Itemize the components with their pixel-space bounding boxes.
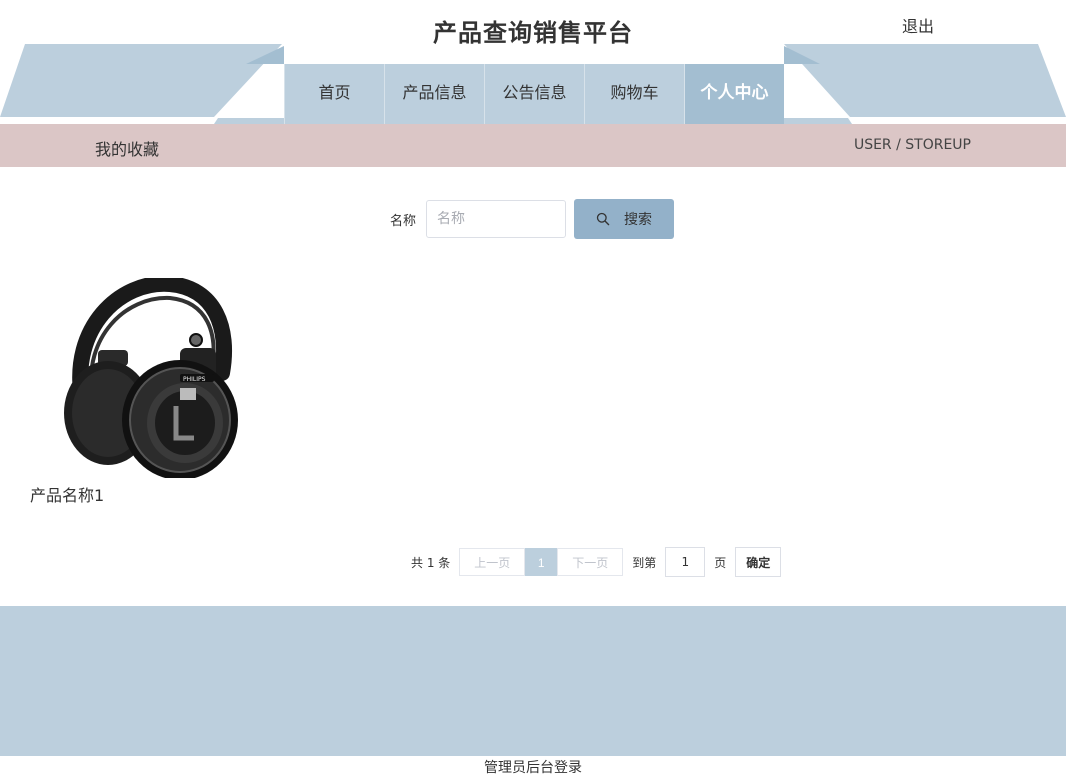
jump-prefix-label: 到第: [632, 555, 657, 570]
breadcrumb-path: USER / STOREUP: [853, 137, 971, 153]
breadcrumb: 我的收藏 USER / STOREUP: [0, 124, 1066, 167]
jump-suffix-label: 页: [714, 555, 727, 570]
search-button[interactable]: 搜索: [574, 199, 675, 239]
prev-page-button[interactable]: 上一页: [459, 548, 526, 576]
nav-item-cart[interactable]: 购物车: [584, 64, 684, 124]
jump-page-input[interactable]: [665, 547, 706, 577]
logout-link[interactable]: 退出: [902, 13, 934, 37]
pagination: 共 1 条 上一页 1 下一页 到第 页 确定: [411, 547, 782, 577]
search-icon: [596, 212, 610, 226]
product-card[interactable]: PHILIPS 产品名称1: [30, 278, 240, 505]
nav-item-products[interactable]: 产品信息: [384, 64, 484, 124]
nav-item-personal-center[interactable]: 个人中心: [684, 64, 784, 124]
pagination-total: 共 1 条: [411, 555, 451, 570]
main-nav: 首页 产品信息 公告信息 购物车 个人中心: [284, 64, 784, 124]
product-name: 产品名称1: [30, 486, 105, 505]
next-page-button[interactable]: 下一页: [557, 548, 624, 576]
header: 产品查询销售平台 退出 首页 产品信息 公告信息 购物车 个人中心: [0, 0, 1066, 124]
search-form: 名称 搜索: [390, 199, 675, 239]
nav-item-home[interactable]: 首页: [284, 64, 384, 124]
admin-login-link[interactable]: 管理员后台登录: [0, 757, 1066, 777]
search-label: 名称: [390, 213, 417, 229]
footer-band: [0, 606, 1066, 756]
confirm-jump-button[interactable]: 确定: [735, 547, 782, 577]
headphones-image: PHILIPS: [64, 278, 238, 478]
page-number-button[interactable]: 1: [525, 548, 558, 576]
search-button-label: 搜索: [624, 212, 653, 228]
search-input[interactable]: [426, 200, 567, 238]
svg-text:PHILIPS: PHILIPS: [183, 376, 206, 383]
page-title: 我的收藏: [95, 140, 160, 159]
nav-item-notices[interactable]: 公告信息: [484, 64, 584, 124]
